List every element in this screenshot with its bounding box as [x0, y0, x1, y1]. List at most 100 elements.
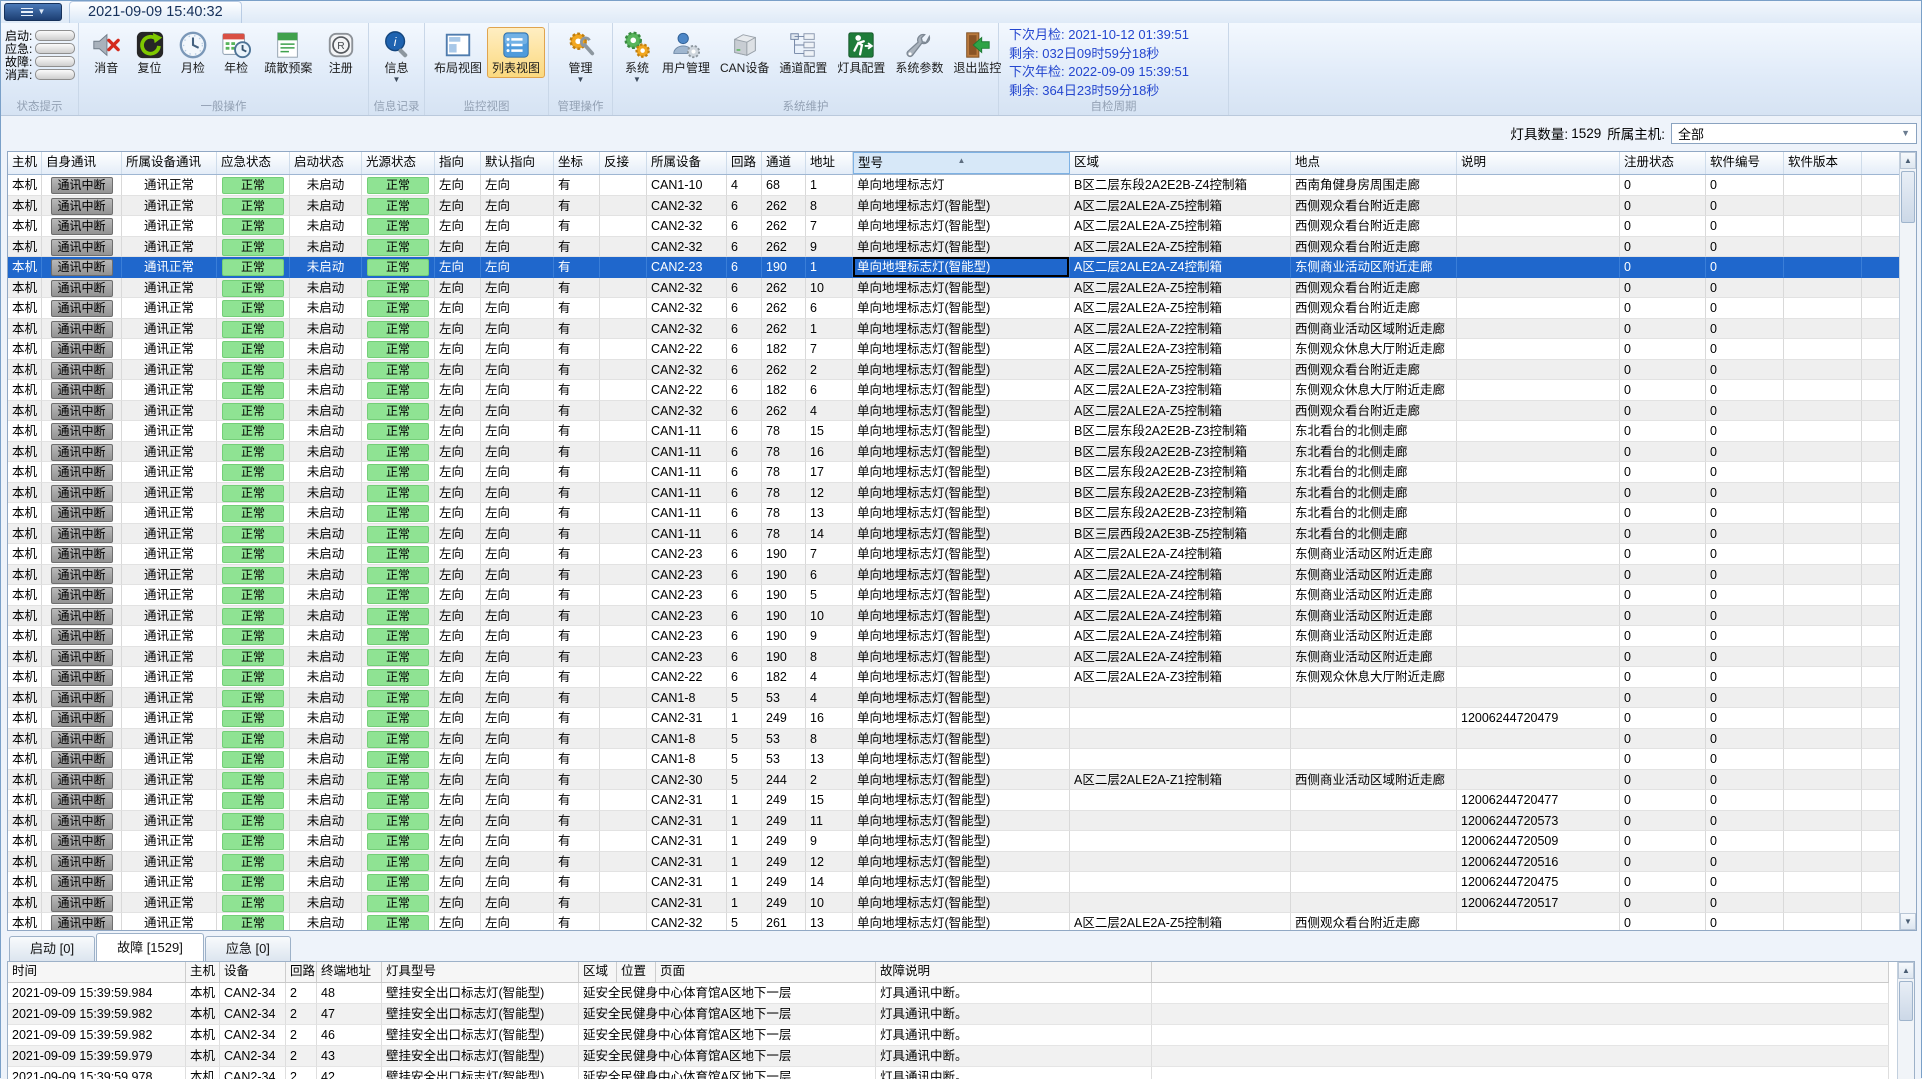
column-header[interactable]: 光源状态 — [362, 152, 435, 174]
ribbon-button-user-gear[interactable]: 用户管理 — [657, 27, 715, 78]
table-row[interactable]: 本机 通讯中断 通讯正常 正常 未启动 正常 左向 左向有 CAN2-32 6 262 6 单向地埋标志… — [8, 298, 1901, 319]
table-row[interactable]: 本机 通讯中断 通讯正常 正常 未启动 正常 左向 左向有 CAN2-32 5 261 13 单向地埋标… — [8, 913, 1901, 930]
fault-log-scrollbar[interactable]: ▲ — [1897, 962, 1914, 1079]
bottom-tab-1[interactable]: 故障 [1529] — [96, 933, 204, 961]
column-header[interactable]: 地址 — [806, 152, 853, 174]
column-header[interactable]: 软件编号 — [1706, 152, 1784, 174]
column-header[interactable]: 故障说明 — [876, 962, 1152, 982]
table-row[interactable]: 本机 通讯中断 通讯正常 正常 未启动 正常 左向 左向有 CAN2-32 6 262 10 单向地埋标… — [8, 277, 1901, 298]
bottom-tab-2[interactable]: 应急 [0] — [204, 936, 291, 961]
fault-row[interactable]: 2021-09-09 15:39:59.984 本机 CAN2-34 2 48 壁挂安全出… — [8, 983, 1889, 1004]
column-header[interactable]: 回路 — [727, 152, 762, 174]
fault-row[interactable]: 2021-09-09 15:39:59.979 本机 CAN2-34 2 43 壁挂安全出… — [8, 1046, 1889, 1067]
column-header[interactable]: 位置 — [617, 962, 656, 982]
ribbon-button-exit-man[interactable]: 灯具配置 — [832, 27, 890, 78]
table-row[interactable]: 本机 通讯中断 通讯正常 正常 未启动 正常 左向 左向有 CAN2-22 6 182 6 单向地埋标志… — [8, 380, 1901, 401]
table-row[interactable]: 本机 通讯中断 通讯正常 正常 未启动 正常 左向 左向有 CAN2-31 1 249 11 单向地埋标… — [8, 810, 1901, 831]
table-row[interactable]: 本机 通讯中断 通讯正常 正常 未启动 正常 左向 左向有 CAN1-11 6 78 15 单向地埋标志… — [8, 421, 1901, 442]
ribbon-button-info-magnifier[interactable]: i 信息 ▼ — [377, 27, 417, 86]
ribbon-button-wrench[interactable]: 系统参数 — [890, 27, 948, 78]
scroll-thumb[interactable] — [1899, 981, 1913, 1021]
column-header[interactable]: 启动状态 — [290, 152, 362, 174]
scroll-down-button[interactable]: ▼ — [1900, 913, 1916, 930]
column-header[interactable]: 应急状态 — [217, 152, 290, 174]
column-header[interactable]: 地点 — [1291, 152, 1457, 174]
ribbon-button-registered-mark[interactable]: R 注册 — [321, 27, 361, 78]
column-header[interactable]: 通道 — [762, 152, 806, 174]
table-row[interactable]: 本机 通讯中断 通讯正常 正常 未启动 正常 左向 左向有 CAN1-11 6 78 12 单向地埋标志… — [8, 482, 1901, 503]
bottom-tab-0[interactable]: 启动 [0] — [9, 936, 96, 961]
ribbon-button-layout-view[interactable]: 布局视图 — [429, 27, 487, 78]
column-header[interactable]: 主机 — [186, 962, 220, 982]
fault-row[interactable]: 2021-09-09 15:39:59.982 本机 CAN2-34 2 47 壁挂安全出… — [8, 1004, 1889, 1025]
column-header[interactable]: 回路 — [286, 962, 317, 982]
table-row[interactable]: 本机 通讯中断 通讯正常 正常 未启动 正常 左向 左向有 CAN2-32 6 262 8 单向地埋标志… — [8, 195, 1901, 216]
column-header[interactable]: 注册状态 — [1620, 152, 1706, 174]
fault-row[interactable]: 2021-09-09 15:39:59.978 本机 CAN2-34 2 42 壁挂安全出… — [8, 1067, 1889, 1079]
table-row[interactable]: 本机 通讯中断 通讯正常 正常 未启动 正常 左向 左向有 CAN2-31 1 249 10 单向地埋标… — [8, 892, 1901, 913]
column-header[interactable]: 反接 — [600, 152, 647, 174]
table-row[interactable]: 本机 通讯中断 通讯正常 正常 未启动 正常 左向 左向有 CAN2-31 1 249 14 单向地埋标… — [8, 872, 1901, 893]
column-header[interactable]: 页面 — [656, 962, 876, 982]
column-header[interactable]: 指向 — [435, 152, 481, 174]
table-row[interactable]: 本机 通讯中断 通讯正常 正常 未启动 正常 左向 左向有 CAN2-23 6 190 8 单向地埋标志… — [8, 646, 1901, 667]
app-menu-button[interactable]: ▼ — [4, 3, 62, 21]
ribbon-button-channel-tree[interactable]: 通道配置 — [774, 27, 832, 78]
scroll-thumb[interactable] — [1901, 171, 1915, 223]
table-row[interactable]: 本机 通讯中断 通讯正常 正常 未启动 正常 左向 左向有 CAN2-30 5 244 2 单向地埋标志… — [8, 769, 1901, 790]
scroll-up-button[interactable]: ▲ — [1898, 962, 1914, 979]
table-row[interactable]: 本机 通讯中断 通讯正常 正常 未启动 正常 左向 左向有 CAN1-8 5 53 8 单向地埋标志灯(… — [8, 728, 1901, 749]
table-row[interactable]: 本机 通讯中断 通讯正常 正常 未启动 正常 左向 左向有 CAN1-8 5 53 4 单向地埋标志灯(… — [8, 687, 1901, 708]
table-row[interactable]: 本机 通讯中断 通讯正常 正常 未启动 正常 左向 左向有 CAN2-32 6 262 4 单向地埋标志… — [8, 400, 1901, 421]
table-row[interactable]: 本机 通讯中断 通讯正常 正常 未启动 正常 左向 左向有 CAN2-23 6 190 6 单向地埋标志… — [8, 564, 1901, 585]
ribbon-button-clock[interactable]: 月检 — [173, 27, 213, 78]
host-filter-dropdown[interactable]: 全部 ▼ — [1671, 122, 1917, 144]
table-row[interactable]: 本机 通讯中断 通讯正常 正常 未启动 正常 左向 左向有 CAN2-31 1 249 12 单向地埋标… — [8, 851, 1901, 872]
column-header[interactable]: 时间 — [8, 962, 186, 982]
table-row[interactable]: 本机 通讯中断 通讯正常 正常 未启动 正常 左向 左向有 CAN1-11 6 78 14 单向地埋标志… — [8, 523, 1901, 544]
table-row[interactable]: 本机 通讯中断 通讯正常 正常 未启动 正常 左向 左向有 CAN2-23 6 190 7 单向地埋标志… — [8, 544, 1901, 565]
column-header[interactable]: 区域 — [579, 962, 617, 982]
column-header[interactable]: 灯具型号 — [382, 962, 579, 982]
table-row[interactable]: 本机 通讯中断 通讯正常 正常 未启动 正常 左向 左向有 CAN1-8 5 53 13 单向地埋标志灯… — [8, 749, 1901, 770]
table-row[interactable]: 本机 通讯中断 通讯正常 正常 未启动 正常 左向 左向有 CAN2-31 1 249 9 单向地埋标志… — [8, 831, 1901, 852]
table-row[interactable]: 本机 通讯中断 通讯正常 正常 未启动 正常 左向 左向有 CAN2-32 6 262 9 单向地埋标志… — [8, 236, 1901, 257]
table-row[interactable]: 本机 通讯中断 通讯正常 正常 未启动 正常 左向 左向有 CAN2-23 6 190 5 单向地埋标志… — [8, 585, 1901, 606]
scroll-up-button[interactable]: ▲ — [1900, 152, 1916, 169]
table-row[interactable]: 本机 通讯中断 通讯正常 正常 未启动 正常 左向 左向有 CAN2-32 6 262 2 单向地埋标志… — [8, 359, 1901, 380]
ribbon-button-gears[interactable]: 系统 ▼ — [617, 27, 657, 86]
window-title-tab[interactable]: 2021-09-09 15:40:32 — [69, 1, 242, 23]
table-row[interactable]: 本机 通讯中断 通讯正常 正常 未启动 正常 左向 左向有 CAN2-32 6 262 7 单向地埋标志… — [8, 216, 1901, 237]
column-header[interactable]: 型号 ▲ — [853, 152, 1070, 174]
column-header[interactable]: 自身通讯 — [42, 152, 122, 174]
column-header[interactable]: 主机 — [8, 152, 42, 174]
ribbon-button-calendar-clock[interactable]: 年检 — [216, 27, 256, 78]
table-row[interactable]: 本机 通讯中断 通讯正常 正常 未启动 正常 左向 左向有 CAN2-22 6 182 4 单向地埋标志… — [8, 667, 1901, 688]
table-row[interactable]: 本机 通讯中断 通讯正常 正常 未启动 正常 左向 左向有 CAN2-31 1 249 15 单向地埋标… — [8, 790, 1901, 811]
ribbon-button-device-box[interactable]: CAN设备 — [715, 27, 774, 78]
ribbon-button-list-view[interactable]: 列表视图 — [487, 27, 546, 78]
table-row[interactable]: 本机 通讯中断 通讯正常 正常 未启动 正常 左向 左向有 CAN2-22 6 182 7 单向地埋标志… — [8, 339, 1901, 360]
table-row[interactable]: 本机 通讯中断 通讯正常 正常 未启动 正常 左向 左向有 CAN2-23 6 190 9 单向地埋标志… — [8, 626, 1901, 647]
column-header[interactable]: 终端地址 — [317, 962, 382, 982]
table-row[interactable]: 本机 通讯中断 通讯正常 正常 未启动 正常 左向 左向有 CAN2-23 6 190 10 单向地埋标… — [8, 605, 1901, 626]
ribbon-button-reset-arrow[interactable]: 复位 — [130, 27, 170, 78]
ribbon-button-mute-speaker[interactable]: 消音 — [86, 27, 126, 78]
column-header[interactable]: 所属设备 — [647, 152, 727, 174]
column-header[interactable]: 默认指向 — [481, 152, 554, 174]
ribbon-button-exit-door[interactable]: 退出监控 — [948, 27, 1006, 78]
table-row[interactable]: 本机 通讯中断 通讯正常 正常 未启动 正常 左向 左向有 CAN2-32 6 262 1 单向地埋标志… — [8, 318, 1901, 339]
table-row[interactable]: 本机 通讯中断 通讯正常 正常 未启动 正常 左向 左向有 CAN2-23 6 190 1 单向地埋标志… — [8, 257, 1901, 278]
column-header[interactable]: 坐标 — [554, 152, 600, 174]
ribbon-button-gear-wrench[interactable]: 管理 ▼ — [561, 27, 601, 86]
table-row[interactable]: 本机 通讯中断 通讯正常 正常 未启动 正常 左向 左向有 CAN1-11 6 78 16 单向地埋标志… — [8, 441, 1901, 462]
column-header[interactable]: 说明 — [1457, 152, 1620, 174]
column-header[interactable]: 设备 — [220, 962, 286, 982]
column-header[interactable]: 软件版本 — [1784, 152, 1862, 174]
table-row[interactable]: 本机 通讯中断 通讯正常 正常 未启动 正常 左向 左向有 CAN1-10 4 68 1 单向地埋标志灯… — [8, 175, 1901, 196]
table-row[interactable]: 本机 通讯中断 通讯正常 正常 未启动 正常 左向 左向有 CAN1-11 6 78 17 单向地埋标志… — [8, 462, 1901, 483]
device-table-scrollbar[interactable]: ▲ ▼ — [1899, 152, 1916, 930]
ribbon-button-evacuation-plan[interactable]: 疏散预案 — [259, 27, 317, 78]
table-row[interactable]: 本机 通讯中断 通讯正常 正常 未启动 正常 左向 左向有 CAN2-31 1 249 16 单向地埋标… — [8, 708, 1901, 729]
table-row[interactable]: 本机 通讯中断 通讯正常 正常 未启动 正常 左向 左向有 CAN1-11 6 78 13 单向地埋标志… — [8, 503, 1901, 524]
